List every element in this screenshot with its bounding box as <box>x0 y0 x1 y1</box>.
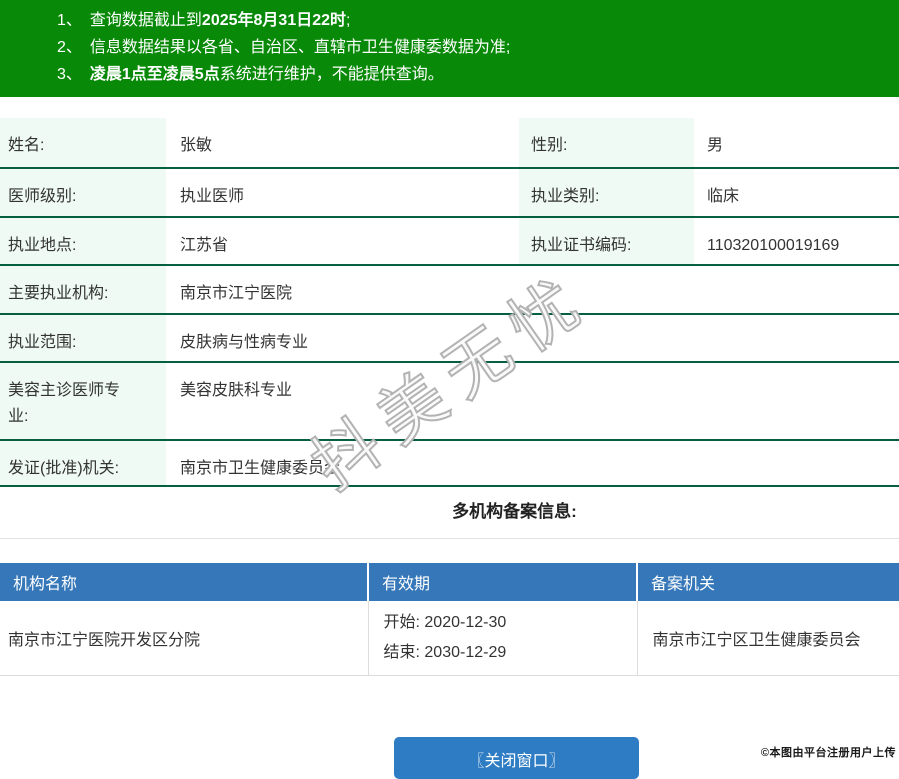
notice-line-bold: 2025年8月31日22时 <box>201 12 347 29</box>
copyright-note: ©本图由平台注册用户上传 <box>760 747 896 759</box>
table-row: 南京市江宁医院开发区分院 开始: 2020-12-30 结束: 2030-12-… <box>0 601 899 676</box>
start-label: 开始: <box>383 613 420 631</box>
record-authority: 南京市江宁区卫生健康委员会 <box>637 601 899 676</box>
column-header-org-name: 机构名称 <box>0 563 369 601</box>
practitioner-info-table: 姓名: 张敏 性别: 男 医师级别: 执业医师 执业类别: 临床 执业地点: 江… <box>0 118 899 487</box>
notice-line-bold: 凌晨1点至凌晨5点 <box>89 66 220 83</box>
table-row: 医师级别: 执业医师 执业类别: 临床 <box>0 168 899 218</box>
notice-line-text: 查询数据截止到 <box>89 12 202 29</box>
table-header-row: 机构名称 有效期 备案机关 <box>0 563 899 601</box>
field-value-main-institution: 南京市江宁医院 <box>166 265 899 315</box>
table-row: 执业地点: 江苏省 执业证书编码: 110320100019169 <box>0 217 899 266</box>
field-label-main-institution: 主要执业机构: <box>0 265 166 315</box>
start-date: 2020-12-30 <box>424 613 507 631</box>
notice-line-number: 1、 <box>57 12 82 29</box>
notice-banner: 1、 查询数据截止到2025年8月31日22时; 2、 信息数据结果以各省、自治区、… <box>0 0 899 97</box>
column-header-validity: 有效期 <box>368 563 638 601</box>
divider <box>0 538 899 539</box>
table-row: 姓名: 张敏 性别: 男 <box>0 118 899 169</box>
field-label-doctor-level: 医师级别: <box>0 168 166 218</box>
field-value-practice-category: 临床 <box>694 168 899 218</box>
multi-institution-section-title: 多机构备案信息: <box>452 502 577 521</box>
field-value-certificate-number: 110320100019169 <box>694 217 899 266</box>
notice-line-number: 3、 <box>57 66 82 83</box>
field-label-gender: 性别: <box>519 118 694 169</box>
field-label-cosmetic-specialty: 美容主诊医师专业: <box>0 362 166 441</box>
field-label-name: 姓名: <box>0 118 166 169</box>
field-value-name: 张敏 <box>166 118 519 169</box>
table-row: 执业范围: 皮肤病与性病专业 <box>0 314 899 363</box>
end-date: 2030-12-29 <box>424 643 507 661</box>
notice-line-2: 2、 信息数据结果以各省、自治区、直辖市卫生健康委数据为准; <box>57 34 889 61</box>
notice-line-1: 1、 查询数据截止到2025年8月31日22时; <box>57 7 889 34</box>
field-label-certificate-number: 执业证书编码: <box>519 217 694 266</box>
end-label: 结束: <box>383 643 420 661</box>
multi-institution-record-table: 机构名称 有效期 备案机关 南京市江宁医院开发区分院 开始: 2020-12-3… <box>0 563 899 676</box>
table-row: 主要执业机构: 南京市江宁医院 <box>0 265 899 315</box>
close-window-button[interactable]: 〖关闭窗口〗 <box>394 737 639 779</box>
table-row: 发证(批准)机关: 南京市卫生健康委员会 <box>0 440 899 487</box>
record-validity-end: 结束: 2030-12-29 <box>384 638 637 668</box>
record-org-name: 南京市江宁医院开发区分院 <box>0 601 369 676</box>
field-label-practice-scope: 执业范围: <box>0 314 166 363</box>
field-value-issuing-authority: 南京市卫生健康委员会 <box>166 440 899 487</box>
notice-line-text: 信息数据结果以各省、自治区、直辖市卫生健康委数据为准; <box>89 39 511 56</box>
field-label-practice-category: 执业类别: <box>519 168 694 218</box>
record-validity: 开始: 2020-12-30 结束: 2030-12-29 <box>368 601 638 676</box>
notice-line-number: 2、 <box>57 39 82 56</box>
field-label-issuing-authority: 发证(批准)机关: <box>0 440 166 487</box>
notice-line-3: 3、 凌晨1点至凌晨5点系统进行维护，不能提供查询。 <box>57 61 889 88</box>
notice-line-text: 系统进行维护，不能提供查询。 <box>219 66 444 83</box>
field-value-practice-place: 江苏省 <box>166 217 519 266</box>
field-value-gender: 男 <box>694 118 899 169</box>
field-value-doctor-level: 执业医师 <box>166 168 519 218</box>
field-label-practice-place: 执业地点: <box>0 217 166 266</box>
field-value-practice-scope: 皮肤病与性病专业 <box>166 314 899 363</box>
field-value-cosmetic-specialty: 美容皮肤科专业 <box>166 362 899 441</box>
table-row: 美容主诊医师专业: 美容皮肤科专业 <box>0 362 899 441</box>
record-validity-start: 开始: 2020-12-30 <box>384 608 637 638</box>
notice-line-text: ; <box>346 12 351 29</box>
column-header-record-authority: 备案机关 <box>637 563 899 601</box>
